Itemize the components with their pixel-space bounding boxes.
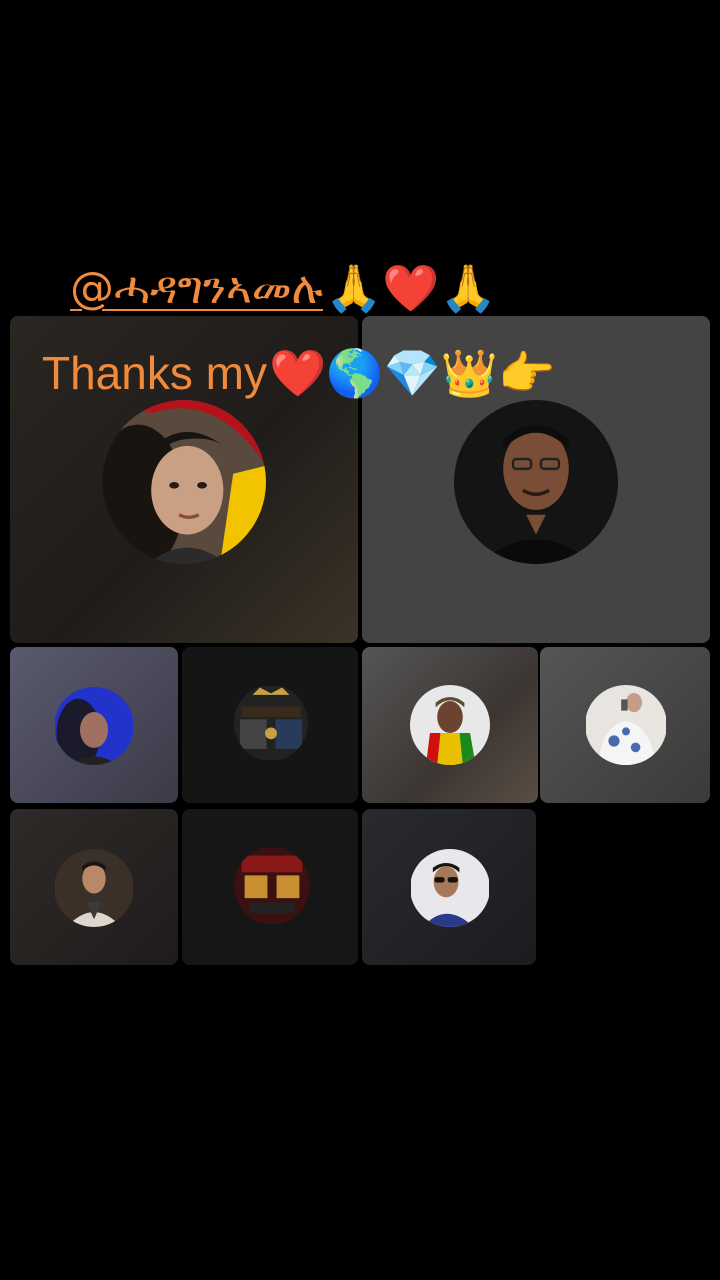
mention-username: @ሓዳግንኣመሉ	[70, 262, 323, 314]
participant-tile-8[interactable]	[182, 809, 358, 965]
participant-tile-5[interactable]	[362, 647, 538, 803]
avatar-man-glasses-icon	[454, 400, 618, 564]
participant-tile-4[interactable]	[182, 647, 358, 803]
thanks-caption: Thanks my ❤️🌎💎👑👉	[42, 340, 555, 406]
avatar-man-cap-flag-icon	[410, 685, 490, 765]
avatar-man-sunglasses-icon	[410, 849, 490, 927]
participant-tile-6[interactable]	[540, 647, 710, 803]
avatar-event-poster-red-icon	[234, 847, 310, 925]
participant-tile-7[interactable]	[10, 809, 178, 965]
thanks-text: Thanks my	[42, 347, 267, 399]
mention-emojis: 🙏❤️🙏	[325, 260, 497, 315]
mention-caption: @ሓዳግንኣመሉ 🙏❤️🙏	[70, 258, 497, 318]
participant-tile-9[interactable]	[362, 809, 536, 965]
avatar-woman-curly-hair-icon	[102, 400, 266, 564]
participant-tile-3[interactable]	[10, 647, 178, 803]
avatar-man-suit-icon	[54, 849, 134, 927]
avatar-event-poster-vs-icon	[234, 685, 308, 761]
avatar-woman-selfie-icon	[585, 685, 667, 765]
thanks-emojis: ❤️🌎💎👑👉	[268, 346, 556, 399]
avatar-woman-blue-light-icon	[54, 687, 134, 765]
